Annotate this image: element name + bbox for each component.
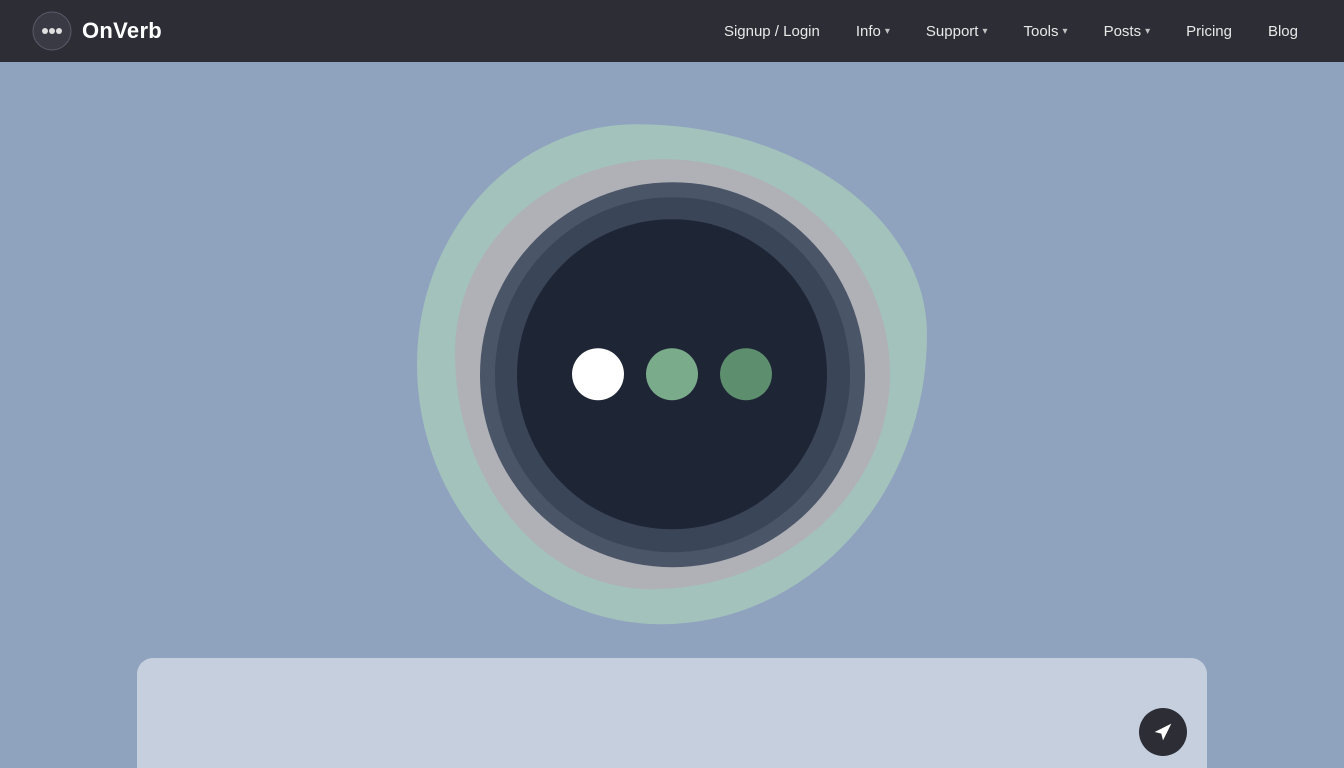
navbar-nav: Signup / Login Info ▾ Support ▾ Tools ▾ … <box>710 15 1312 48</box>
dot-green-light <box>646 348 698 400</box>
support-chevron-icon: ▾ <box>982 26 987 37</box>
main-content <box>0 62 1344 768</box>
send-icon <box>1153 722 1173 742</box>
nav-item-tools[interactable]: Tools ▾ <box>1010 15 1082 48</box>
logo-text: OnVerb <box>82 18 162 44</box>
orb-container <box>417 119 927 629</box>
nav-item-blog[interactable]: Blog <box>1254 15 1312 48</box>
navbar: OnVerb Signup / Login Info ▾ Support ▾ T… <box>0 0 1344 62</box>
bottom-card <box>137 658 1207 768</box>
posts-chevron-icon: ▾ <box>1145 26 1150 37</box>
nav-item-support[interactable]: Support ▾ <box>912 15 1002 48</box>
tools-chevron-icon: ▾ <box>1063 26 1068 37</box>
logo-link[interactable]: OnVerb <box>32 11 162 51</box>
nav-item-posts[interactable]: Posts ▾ <box>1090 15 1165 48</box>
circle-main <box>517 219 827 529</box>
dot-white <box>572 348 624 400</box>
nav-item-info[interactable]: Info ▾ <box>842 15 904 48</box>
nav-item-pricing[interactable]: Pricing <box>1172 15 1246 48</box>
logo-icon <box>32 11 72 51</box>
info-chevron-icon: ▾ <box>885 26 890 37</box>
send-button[interactable] <box>1139 708 1187 756</box>
dot-green-dark <box>720 348 772 400</box>
nav-item-signup-login[interactable]: Signup / Login <box>710 15 834 48</box>
